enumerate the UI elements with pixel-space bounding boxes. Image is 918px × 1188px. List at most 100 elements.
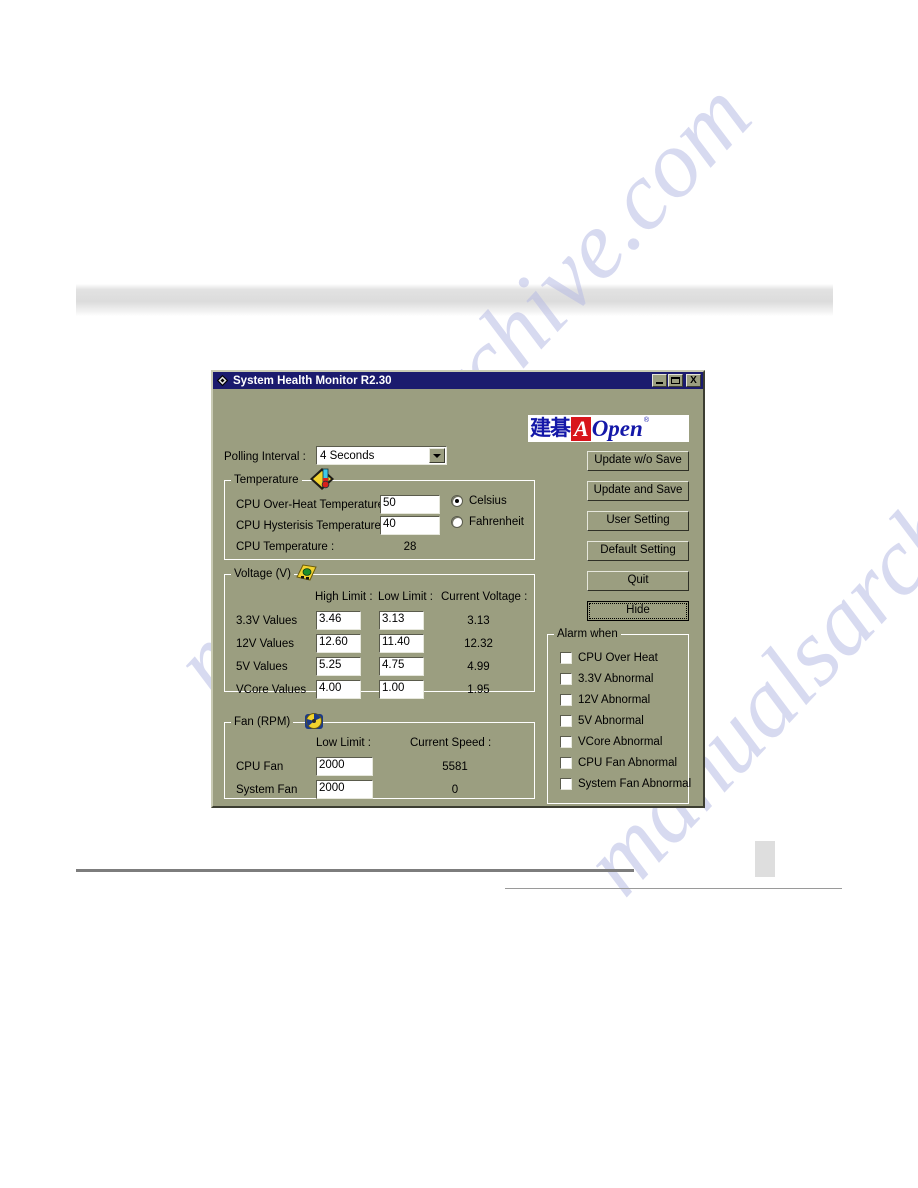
- radio-unselected-icon: [451, 516, 463, 528]
- alarm-cpu-fan-abnormal-checkbox[interactable]: CPU Fan Abnormal: [560, 757, 677, 769]
- polling-interval-value: 4 Seconds: [320, 449, 375, 462]
- voltage-current-header: Current Voltage :: [441, 591, 528, 603]
- aopen-logo-registered: ®: [643, 417, 649, 424]
- page-rule-right: [505, 888, 842, 889]
- fan-group-legend: Fan (RPM): [231, 716, 294, 728]
- thermometer-icon: [310, 468, 334, 490]
- maximize-button[interactable]: [668, 374, 683, 387]
- cpu-fan-low-limit-input[interactable]: 2000: [316, 757, 373, 776]
- alarm-33v-abnormal-checkbox[interactable]: 3.3V Abnormal: [560, 673, 653, 685]
- voltage-5v-label: 5V Values: [236, 661, 288, 673]
- page-header-band: [76, 284, 833, 316]
- voltage-vcore-current: 1.95: [467, 684, 490, 696]
- user-setting-label: User Setting: [606, 514, 670, 526]
- alarm-vcore-abnormal-checkbox[interactable]: VCore Abnormal: [560, 736, 662, 748]
- checkbox-unchecked-icon: [560, 694, 572, 706]
- minimize-button[interactable]: [652, 374, 667, 387]
- aopen-logo: 建碁 A Open ®: [528, 415, 689, 442]
- fan-icon: [305, 713, 323, 729]
- fan-low-limit-header: Low Limit :: [316, 737, 371, 749]
- page-footer-marker: [755, 841, 775, 877]
- alarm-cpu-over-heat-label: CPU Over Heat: [578, 652, 658, 664]
- alarm-system-fan-abnormal-label: System Fan Abnormal: [578, 778, 692, 790]
- voltage-12v-low-input[interactable]: 11.40: [379, 634, 424, 653]
- cpu-temperature-label: CPU Temperature :: [236, 541, 335, 553]
- close-button[interactable]: X: [686, 374, 701, 387]
- alarm-12v-abnormal-label: 12V Abnormal: [578, 694, 651, 706]
- voltage-5v-low-input[interactable]: 4.75: [379, 657, 424, 676]
- cpu-overheat-temp-input[interactable]: 50: [380, 495, 440, 514]
- hide-button[interactable]: Hide: [587, 601, 689, 621]
- default-setting-label: Default Setting: [600, 544, 676, 556]
- chevron-down-icon[interactable]: [429, 448, 445, 463]
- alarm-group: Alarm when CPU Over Heat 3.3V Abnormal 1…: [547, 628, 691, 804]
- voltage-12v-label: 12V Values: [236, 638, 294, 650]
- unit-celsius-radio[interactable]: Celsius: [451, 495, 507, 507]
- aopen-logo-open: Open: [591, 416, 643, 441]
- alarm-5v-abnormal-checkbox[interactable]: 5V Abnormal: [560, 715, 644, 727]
- checkbox-unchecked-icon: [560, 715, 572, 727]
- alarm-vcore-abnormal-label: VCore Abnormal: [578, 736, 663, 748]
- voltage-12v-current: 12.32: [464, 638, 493, 650]
- alarm-5v-abnormal-label: 5V Abnormal: [578, 715, 644, 727]
- window-client-area: 建碁 A Open ® Polling Interval : 4 Seconds…: [213, 389, 703, 806]
- system-health-monitor-window: System Health Monitor R2.30 X 建碁 A Open …: [211, 370, 705, 808]
- alarm-cpu-fan-abnormal-label: CPU Fan Abnormal: [578, 757, 678, 769]
- temperature-group-legend: Temperature: [231, 474, 302, 486]
- cpu-overheat-temp-label: CPU Over-Heat Temperature: [236, 499, 385, 511]
- voltage-33v-low-input[interactable]: 3.13: [379, 611, 424, 630]
- voltage-low-limit-header: Low Limit :: [378, 591, 433, 603]
- checkbox-unchecked-icon: [560, 673, 572, 685]
- update-and-save-label: Update and Save: [593, 484, 683, 496]
- window-titlebar[interactable]: System Health Monitor R2.30 X: [213, 372, 703, 389]
- checkbox-unchecked-icon: [560, 652, 572, 664]
- alarm-12v-abnormal-checkbox[interactable]: 12V Abnormal: [560, 694, 650, 706]
- polling-interval-label: Polling Interval :: [224, 451, 306, 463]
- voltage-5v-current: 4.99: [467, 661, 490, 673]
- voltage-5v-high-input[interactable]: 5.25: [316, 657, 361, 676]
- update-and-save-button[interactable]: Update and Save: [587, 481, 689, 501]
- quit-button[interactable]: Quit: [587, 571, 689, 591]
- voltage-group: Voltage (V) High Limit : Low Limit : Cur…: [224, 564, 535, 699]
- unit-fahrenheit-radio[interactable]: Fahrenheit: [451, 516, 524, 528]
- cpu-hysterisis-temp-input[interactable]: 40: [380, 516, 440, 535]
- system-fan-low-limit-input[interactable]: 2000: [316, 780, 373, 799]
- aopen-logo-chinese: 建碁: [530, 416, 571, 440]
- update-wo-save-button[interactable]: Update w/o Save: [587, 451, 689, 471]
- system-fan-label: System Fan: [236, 784, 298, 796]
- quit-label: Quit: [627, 574, 649, 586]
- checkbox-unchecked-icon: [560, 757, 572, 769]
- unit-celsius-label: Celsius: [469, 495, 507, 507]
- unit-fahrenheit-label: Fahrenheit: [469, 516, 524, 528]
- voltage-33v-current: 3.13: [467, 615, 490, 627]
- update-wo-save-label: Update w/o Save: [594, 454, 682, 466]
- page-rule-left: [76, 869, 634, 872]
- alarm-cpu-over-heat-checkbox[interactable]: CPU Over Heat: [560, 652, 658, 664]
- fan-current-speed-header: Current Speed :: [410, 737, 492, 749]
- cpu-hysterisis-temp-label: CPU Hysterisis Temperature :: [236, 520, 388, 532]
- system-fan-current-speed: 0: [451, 784, 459, 796]
- alarm-33v-abnormal-label: 3.3V Abnormal: [578, 673, 654, 685]
- window-title: System Health Monitor R2.30: [233, 374, 392, 387]
- user-setting-button[interactable]: User Setting: [587, 511, 689, 531]
- fan-group: Fan (RPM) Low Limit : Current Speed : CP…: [224, 713, 535, 799]
- diamond-app-icon: [216, 374, 229, 387]
- cpu-fan-current-speed: 5581: [442, 761, 468, 773]
- checkbox-unchecked-icon: [560, 778, 572, 790]
- voltage-33v-label: 3.3V Values: [236, 615, 298, 627]
- temperature-group: Temperature CPU Over-Heat Temperature 50…: [224, 468, 535, 560]
- voltage-vcore-low-input[interactable]: 1.00: [379, 680, 424, 699]
- default-setting-button[interactable]: Default Setting: [587, 541, 689, 561]
- voltage-vcore-high-input[interactable]: 4.00: [316, 680, 361, 699]
- voltage-group-legend: Voltage (V): [231, 568, 294, 580]
- close-icon: X: [690, 375, 697, 386]
- checkbox-unchecked-icon: [560, 736, 572, 748]
- aopen-logo-a: A: [571, 416, 591, 441]
- alarm-group-legend: Alarm when: [554, 628, 621, 640]
- voltage-12v-high-input[interactable]: 12.60: [316, 634, 361, 653]
- alarm-system-fan-abnormal-checkbox[interactable]: System Fan Abnormal: [560, 778, 691, 790]
- voltage-33v-high-input[interactable]: 3.46: [316, 611, 361, 630]
- cpu-fan-label: CPU Fan: [236, 761, 284, 773]
- polling-interval-select[interactable]: 4 Seconds: [316, 446, 447, 465]
- focus-ring: [589, 603, 687, 619]
